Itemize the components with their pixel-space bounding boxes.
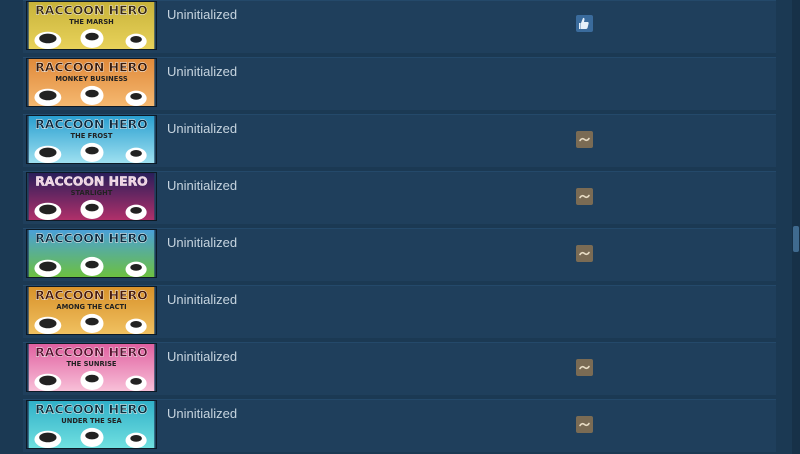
banner-subtitle: STARLIGHT bbox=[71, 189, 113, 197]
game-status: Uninitialized bbox=[167, 235, 238, 250]
thumbs-up-icon[interactable] bbox=[576, 15, 593, 32]
mixed-review-icon[interactable] bbox=[576, 188, 593, 205]
mixed-review-icon[interactable] bbox=[576, 245, 593, 262]
banner-title: RACCOON HERO bbox=[35, 2, 148, 17]
banner-title: RACCOON HERO bbox=[35, 173, 148, 188]
banner-subtitle: UNDER THE SEA bbox=[61, 417, 122, 425]
banner-title: RACCOON HERO bbox=[35, 401, 148, 416]
game-status: Uninitialized bbox=[167, 178, 238, 193]
game-status: Uninitialized bbox=[167, 406, 238, 421]
game-list: RACCOON HERO THE MARSH Uninitialized RACCOO… bbox=[0, 0, 800, 454]
banner-title: RACCOON HERO bbox=[35, 116, 148, 131]
game-row[interactable]: RACCOON HERO THE FROST Uninitialized bbox=[23, 114, 776, 167]
scrollbar-thumb[interactable] bbox=[793, 226, 799, 252]
game-row[interactable]: RACCOON HERO UNDER THE SEA Uninitialized bbox=[23, 399, 776, 452]
game-row[interactable]: RACCOON HERO STARLIGHT Uninitialized bbox=[23, 171, 776, 224]
game-banner[interactable]: RACCOON HERO bbox=[26, 229, 157, 278]
game-row[interactable]: RACCOON HERO THE MARSH Uninitialized bbox=[23, 0, 776, 53]
game-row[interactable]: RACCOON HERO MONKEY BUSINESS Uninitialized bbox=[23, 57, 776, 110]
banner-subtitle: THE SUNRISE bbox=[66, 360, 116, 368]
game-status: Uninitialized bbox=[167, 121, 238, 136]
banner-subtitle: MONKEY BUSINESS bbox=[55, 75, 128, 83]
banner-title: RACCOON HERO bbox=[35, 344, 148, 359]
banner-subtitle: AMONG THE CACTI bbox=[56, 303, 126, 311]
mixed-review-icon[interactable] bbox=[576, 131, 593, 148]
game-banner[interactable]: RACCOON HERO THE SUNRISE bbox=[26, 343, 157, 392]
banner-title: RACCOON HERO bbox=[35, 59, 148, 74]
game-status: Uninitialized bbox=[167, 7, 238, 22]
game-banner[interactable]: RACCOON HERO MONKEY BUSINESS bbox=[26, 58, 157, 107]
game-status: Uninitialized bbox=[167, 64, 238, 79]
game-banner[interactable]: RACCOON HERO UNDER THE SEA bbox=[26, 400, 157, 449]
game-row[interactable]: RACCOON HERO Uninitialized bbox=[23, 228, 776, 281]
game-banner[interactable]: RACCOON HERO THE FROST bbox=[26, 115, 157, 164]
game-row[interactable]: RACCOON HERO AMONG THE CACTI Uninitialized bbox=[23, 285, 776, 338]
scrollbar[interactable] bbox=[792, 0, 800, 454]
banner-title: RACCOON HERO bbox=[35, 230, 148, 245]
game-status: Uninitialized bbox=[167, 292, 238, 307]
game-banner[interactable]: RACCOON HERO AMONG THE CACTI bbox=[26, 286, 157, 335]
game-banner[interactable]: RACCOON HERO STARLIGHT bbox=[26, 172, 157, 221]
mixed-review-icon[interactable] bbox=[576, 416, 593, 433]
mixed-review-icon[interactable] bbox=[576, 359, 593, 376]
game-status: Uninitialized bbox=[167, 349, 238, 364]
game-row[interactable]: RACCOON HERO THE SUNRISE Uninitialized bbox=[23, 342, 776, 395]
banner-subtitle: THE MARSH bbox=[69, 18, 114, 26]
game-banner[interactable]: RACCOON HERO THE MARSH bbox=[26, 1, 157, 50]
banner-title: RACCOON HERO bbox=[35, 287, 148, 302]
banner-subtitle: THE FROST bbox=[71, 132, 113, 140]
